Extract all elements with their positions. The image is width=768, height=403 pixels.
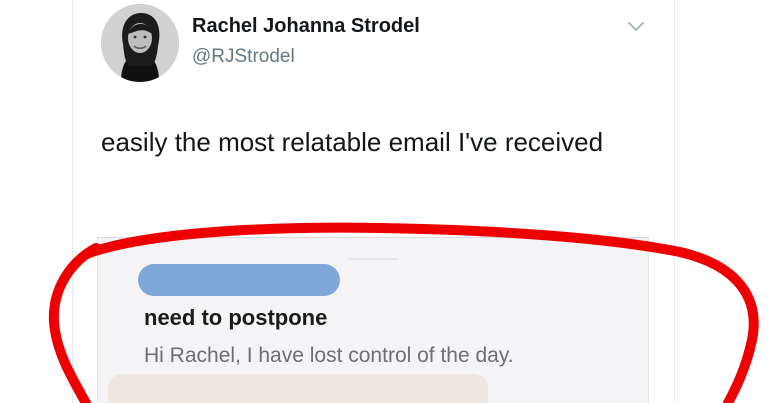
tweet-screenshot: Rachel Johanna Strodel @RJStrodel easily… [0, 0, 768, 403]
card-border-right [674, 0, 675, 403]
email-screenshot: need to postpone Hi Rachel, I have lost … [97, 237, 649, 403]
display-name[interactable]: Rachel Johanna Strodel [192, 15, 420, 38]
email-card-bottom [108, 374, 488, 403]
avatar[interactable] [101, 4, 179, 82]
email-subject: need to postpone [144, 305, 328, 330]
email-preview: Hi Rachel, I have lost control of the da… [144, 344, 514, 367]
divider [348, 258, 398, 260]
card-border-left [72, 0, 73, 403]
user-handle[interactable]: @RJStrodel [192, 46, 295, 68]
redacted-sender-bar [138, 264, 340, 296]
tweet-text: easily the most relatable email I've rec… [101, 127, 604, 157]
chevron-down-icon[interactable] [624, 14, 648, 38]
profile-photo-icon [101, 4, 179, 82]
